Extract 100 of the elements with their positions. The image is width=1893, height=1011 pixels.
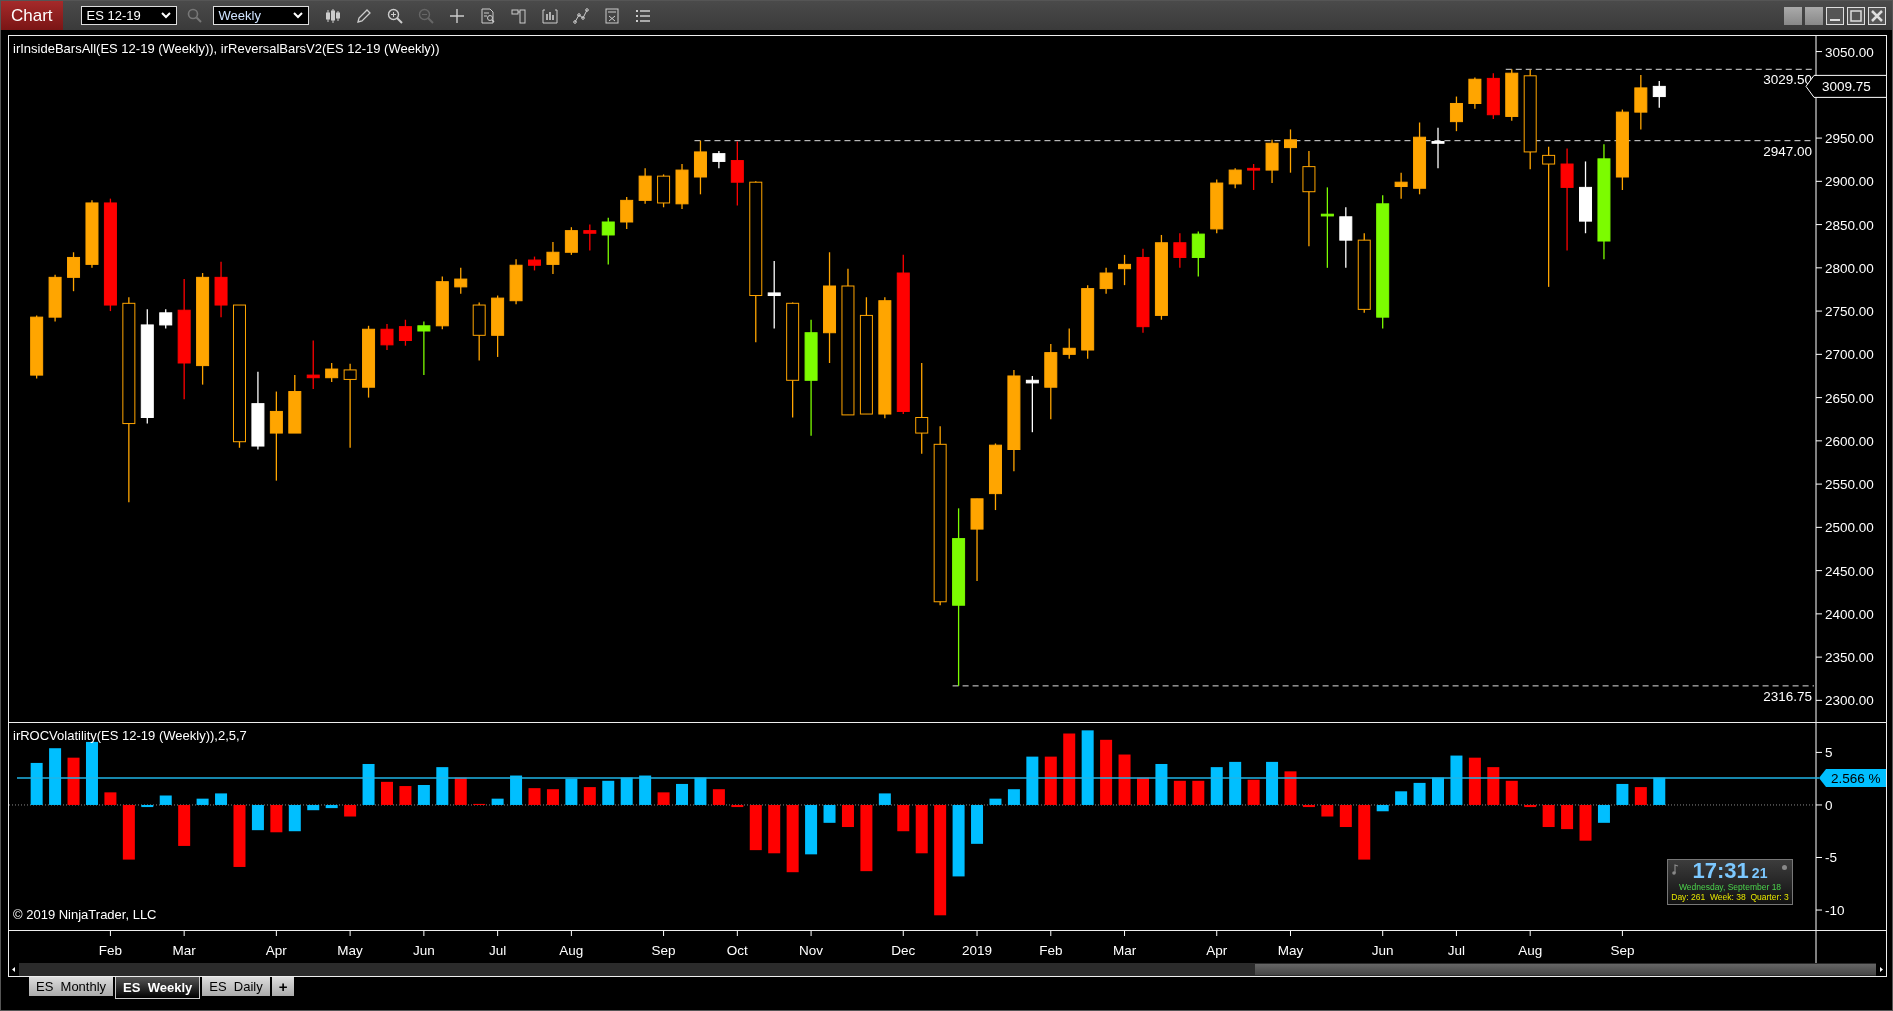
instrument-dropdown[interactable]: ES 12-19 xyxy=(80,6,177,25)
axis-tick-label: Dec xyxy=(891,931,916,958)
y-tick-label: 2900.00 xyxy=(1825,174,1874,190)
candlestick xyxy=(417,320,431,376)
clock-info: Day: 261 Week: 38 Quarter: 3 xyxy=(1671,892,1789,902)
interval-dropdown[interactable]: Weekly xyxy=(212,6,309,25)
indicator-title: irInsideBarsAll(ES 12-19 (Weekly)), irReversalBarsV2(ES 12-19 (Weekly)) xyxy=(13,41,440,56)
x-tick-label: May xyxy=(1277,943,1304,958)
ref-line-label: 2.566 % xyxy=(1831,771,1881,786)
axis-tick-label: Jun xyxy=(1371,931,1394,958)
axis-tick-label: 0 xyxy=(1815,797,1833,813)
y-tick-label: 2400.00 xyxy=(1825,606,1874,622)
axis-tick-label: -10 xyxy=(1815,903,1845,919)
level-label: 3029.50 xyxy=(1763,72,1812,88)
candlestick xyxy=(712,150,726,169)
axis-tick-label: 2600.00 xyxy=(1815,433,1874,449)
level-label: 2947.00 xyxy=(1763,143,1812,159)
y-tick-label: 2600.00 xyxy=(1825,433,1874,449)
candlestick xyxy=(601,217,615,266)
x-tick-label: Aug xyxy=(559,943,584,958)
candlestick xyxy=(1431,127,1445,169)
axis-tick-label: 2500.00 xyxy=(1815,520,1874,536)
line-chart-icon[interactable] xyxy=(572,7,589,24)
x-tick-label: Mar xyxy=(172,943,197,958)
candlestick xyxy=(583,223,597,252)
candlestick xyxy=(1173,232,1187,269)
candlestick xyxy=(1025,375,1039,433)
axis-tick-label: Aug xyxy=(1518,931,1543,958)
candlestick xyxy=(638,167,652,205)
candlestick xyxy=(620,196,634,230)
x-tick-label: Feb xyxy=(98,943,123,958)
zoom-in-icon[interactable] xyxy=(386,7,403,24)
y-tick-label: 2750.00 xyxy=(1825,304,1874,320)
strategy-icon[interactable] xyxy=(603,7,620,24)
y-tick-label: 2800.00 xyxy=(1825,260,1874,276)
candlestick xyxy=(546,241,560,275)
candlestick xyxy=(1449,95,1463,132)
candlestick-icon[interactable] xyxy=(324,7,341,24)
candlestick xyxy=(214,261,228,318)
dot-icon xyxy=(1782,865,1787,870)
scrollbar-thumb[interactable] xyxy=(1255,964,1876,975)
x-tick-label: Apr xyxy=(1206,943,1228,958)
x-tick-label: May xyxy=(337,943,364,958)
window-button[interactable] xyxy=(1805,6,1823,25)
candlestick xyxy=(1210,178,1224,234)
axis-tick-label: Aug xyxy=(559,931,584,958)
clock-seconds: 21 xyxy=(1751,865,1768,881)
axis-tick-label: 2450.00 xyxy=(1815,563,1874,579)
add-tab-button[interactable]: + xyxy=(271,977,295,996)
axis-tick-label: Apr xyxy=(1206,931,1228,958)
chart-tab[interactable]: ES Weekly xyxy=(115,977,201,999)
scroll-left-button[interactable] xyxy=(9,963,19,976)
crosshair-icon[interactable] xyxy=(448,7,465,24)
x-tick-label: Mar xyxy=(1112,943,1137,958)
candlestick xyxy=(1228,167,1242,189)
axis-tick-label: 3050.00 xyxy=(1815,44,1874,60)
bar-chart-icon[interactable] xyxy=(541,7,558,24)
candlestick xyxy=(454,267,468,295)
y-tick-label: -10 xyxy=(1825,903,1845,919)
list-icon[interactable] xyxy=(634,7,651,24)
x-tick-label: Apr xyxy=(265,943,288,958)
chart-tab[interactable]: ES Daily xyxy=(202,977,270,996)
chart-tab[interactable]: ES Monthly xyxy=(29,977,114,996)
candlestick xyxy=(1191,230,1205,278)
candlestick xyxy=(509,258,523,305)
candlestick xyxy=(306,339,320,390)
candlestick xyxy=(730,140,744,207)
axis-tick-label: Mar xyxy=(172,931,196,958)
value-marker: 2.566 % xyxy=(1819,769,1886,787)
axis-tick-label: Nov xyxy=(799,931,824,958)
axis-tick-label: -5 xyxy=(1815,850,1837,866)
y-tick-label: -5 xyxy=(1825,850,1838,866)
scroll-right-button[interactable] xyxy=(1876,963,1886,976)
axis-tick-label: Jul xyxy=(1447,931,1466,958)
candlestick xyxy=(435,275,449,330)
candlestick xyxy=(657,173,671,208)
candlestick xyxy=(1468,76,1482,110)
axis-tick-label: 2750.00 xyxy=(1815,304,1874,320)
candlestick xyxy=(380,323,394,351)
pencil-icon[interactable] xyxy=(355,7,372,24)
maximize-button[interactable] xyxy=(1847,6,1865,25)
window-button[interactable] xyxy=(1784,6,1802,25)
search-icon[interactable] xyxy=(186,7,203,24)
candlestick xyxy=(1339,206,1353,269)
axis-tick-label: Jul xyxy=(489,931,507,958)
y-tick-label: 2700.00 xyxy=(1825,347,1874,363)
document-search-icon[interactable] xyxy=(479,7,496,24)
candlestick xyxy=(288,374,302,434)
properties-icon[interactable] xyxy=(510,7,527,24)
x-tick-label: Sep xyxy=(651,943,676,958)
x-tick-label: Jun xyxy=(1371,943,1394,958)
caret-icon xyxy=(160,12,171,19)
minimize-button[interactable] xyxy=(1826,6,1844,25)
close-button[interactable] xyxy=(1868,6,1886,25)
x-tick-label: Dec xyxy=(891,943,916,958)
y-tick-label: 2550.00 xyxy=(1825,477,1874,493)
axis-tick-label: 2700.00 xyxy=(1815,347,1874,363)
music-note-icon xyxy=(1672,864,1679,875)
y-tick-label: 2450.00 xyxy=(1825,563,1874,579)
axis-tick-label: 2850.00 xyxy=(1815,217,1874,233)
